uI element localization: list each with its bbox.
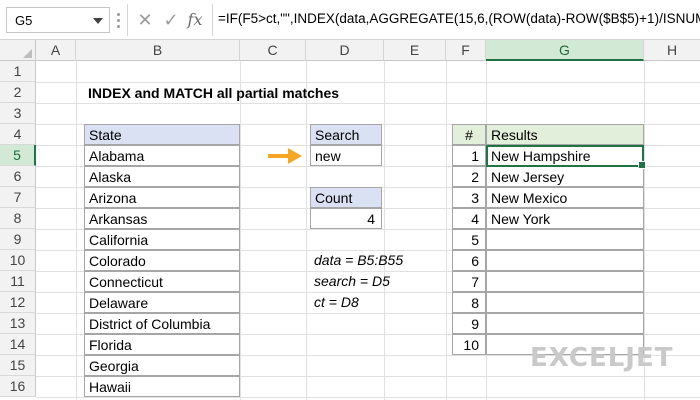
state-header[interactable]: State bbox=[84, 124, 240, 145]
name-box-value: G5 bbox=[15, 13, 33, 28]
result-number[interactable]: 4 bbox=[452, 208, 486, 229]
count-header[interactable]: Count bbox=[310, 187, 382, 208]
exceljet-logo: EXCELJET bbox=[530, 343, 674, 373]
gridline bbox=[384, 61, 385, 400]
sheet-title[interactable]: INDEX and MATCH all partial matches bbox=[84, 83, 339, 104]
active-cell-selection[interactable] bbox=[486, 145, 646, 169]
divider bbox=[127, 4, 128, 36]
column-header-bar: A B C D E F G H bbox=[0, 40, 700, 61]
row-header-8[interactable]: 8 bbox=[0, 208, 36, 229]
column-header-b[interactable]: B bbox=[76, 40, 240, 61]
results-number-header[interactable]: # bbox=[452, 124, 486, 145]
select-all-button[interactable] bbox=[0, 40, 36, 61]
state-cell[interactable]: Colorado bbox=[84, 250, 240, 271]
cancel-icon[interactable]: ✕ bbox=[134, 9, 156, 31]
column-header-g[interactable]: G bbox=[486, 40, 644, 61]
result-number[interactable]: 2 bbox=[452, 166, 486, 187]
search-header[interactable]: Search bbox=[310, 124, 382, 145]
row-header-4[interactable]: 4 bbox=[0, 124, 36, 145]
row-header-10[interactable]: 10 bbox=[0, 250, 36, 271]
result-number[interactable]: 10 bbox=[452, 334, 486, 355]
row-header-2[interactable]: 2 bbox=[0, 82, 36, 103]
search-input[interactable]: new bbox=[310, 145, 382, 166]
result-cell[interactable] bbox=[486, 313, 644, 334]
insert-function-button[interactable]: fx bbox=[184, 9, 206, 31]
result-number[interactable]: 9 bbox=[452, 313, 486, 334]
named-range-search[interactable]: search = D5 bbox=[310, 271, 390, 292]
column-header-f[interactable]: F bbox=[446, 40, 486, 61]
results-header[interactable]: Results bbox=[486, 124, 644, 145]
named-range-ct[interactable]: ct = D8 bbox=[310, 292, 359, 313]
row-header-1[interactable]: 1 bbox=[0, 61, 36, 82]
result-number[interactable]: 6 bbox=[452, 250, 486, 271]
state-cell[interactable]: Delaware bbox=[84, 292, 240, 313]
name-box[interactable]: G5 bbox=[6, 7, 110, 33]
row-header-11[interactable]: 11 bbox=[0, 271, 36, 292]
state-cell[interactable]: District of Columbia bbox=[84, 313, 240, 334]
state-cell[interactable]: California bbox=[84, 229, 240, 250]
check-icon[interactable]: ✓ bbox=[160, 9, 182, 31]
result-cell[interactable] bbox=[486, 229, 644, 250]
result-number[interactable]: 3 bbox=[452, 187, 486, 208]
state-cell[interactable]: Georgia bbox=[84, 355, 240, 376]
result-number[interactable]: 1 bbox=[452, 145, 486, 166]
row-header-15[interactable]: 15 bbox=[0, 355, 36, 376]
chevron-down-icon[interactable] bbox=[93, 18, 103, 24]
gridline bbox=[306, 61, 307, 400]
count-value[interactable]: 4 bbox=[310, 208, 382, 229]
result-cell[interactable] bbox=[486, 292, 644, 313]
formula-input[interactable]: =IF(F5>ct,"",INDEX(data,AGGREGATE(15,6,(… bbox=[218, 11, 700, 26]
state-cell[interactable]: Alaska bbox=[84, 166, 240, 187]
row-header-3[interactable]: 3 bbox=[0, 103, 36, 124]
divider bbox=[212, 4, 213, 36]
row-header-13[interactable]: 13 bbox=[0, 313, 36, 334]
column-header-e[interactable]: E bbox=[384, 40, 446, 61]
result-cell[interactable]: New York bbox=[486, 208, 644, 229]
row-header-14[interactable]: 14 bbox=[0, 334, 36, 355]
state-cell[interactable]: Florida bbox=[84, 334, 240, 355]
gridline bbox=[76, 61, 77, 400]
state-cell[interactable]: Arizona bbox=[84, 187, 240, 208]
column-header-h[interactable]: H bbox=[644, 40, 700, 61]
row-header-16[interactable]: 16 bbox=[0, 376, 36, 397]
state-cell[interactable]: Connecticut bbox=[84, 271, 240, 292]
result-cell[interactable]: New Mexico bbox=[486, 187, 644, 208]
row-header-12[interactable]: 12 bbox=[0, 292, 36, 313]
drag-handle-icon[interactable] bbox=[117, 13, 121, 29]
row-header-5[interactable]: 5 bbox=[0, 145, 36, 166]
row-header-7[interactable]: 7 bbox=[0, 187, 36, 208]
row-header-9[interactable]: 9 bbox=[0, 229, 36, 250]
column-header-d[interactable]: D bbox=[306, 40, 384, 61]
formula-bar: G5 ✕ ✓ fx =IF(F5>ct,"",INDEX(data,AGGREG… bbox=[0, 0, 700, 40]
arrow-right-icon bbox=[268, 148, 302, 164]
result-number[interactable]: 7 bbox=[452, 271, 486, 292]
column-header-a[interactable]: A bbox=[36, 40, 76, 61]
state-cell[interactable]: Arkansas bbox=[84, 208, 240, 229]
gridline bbox=[36, 397, 700, 398]
named-range-data[interactable]: data = B5:B55 bbox=[310, 250, 403, 271]
gridline bbox=[446, 61, 447, 400]
result-number[interactable]: 8 bbox=[452, 292, 486, 313]
gridline bbox=[240, 61, 241, 400]
result-number[interactable]: 5 bbox=[452, 229, 486, 250]
result-cell[interactable] bbox=[486, 250, 644, 271]
state-cell[interactable]: Hawaii bbox=[84, 376, 240, 397]
row-header-6[interactable]: 6 bbox=[0, 166, 36, 187]
result-cell[interactable]: New Jersey bbox=[486, 166, 644, 187]
result-cell[interactable] bbox=[486, 271, 644, 292]
column-header-c[interactable]: C bbox=[240, 40, 306, 61]
state-cell[interactable]: Alabama bbox=[84, 145, 240, 166]
